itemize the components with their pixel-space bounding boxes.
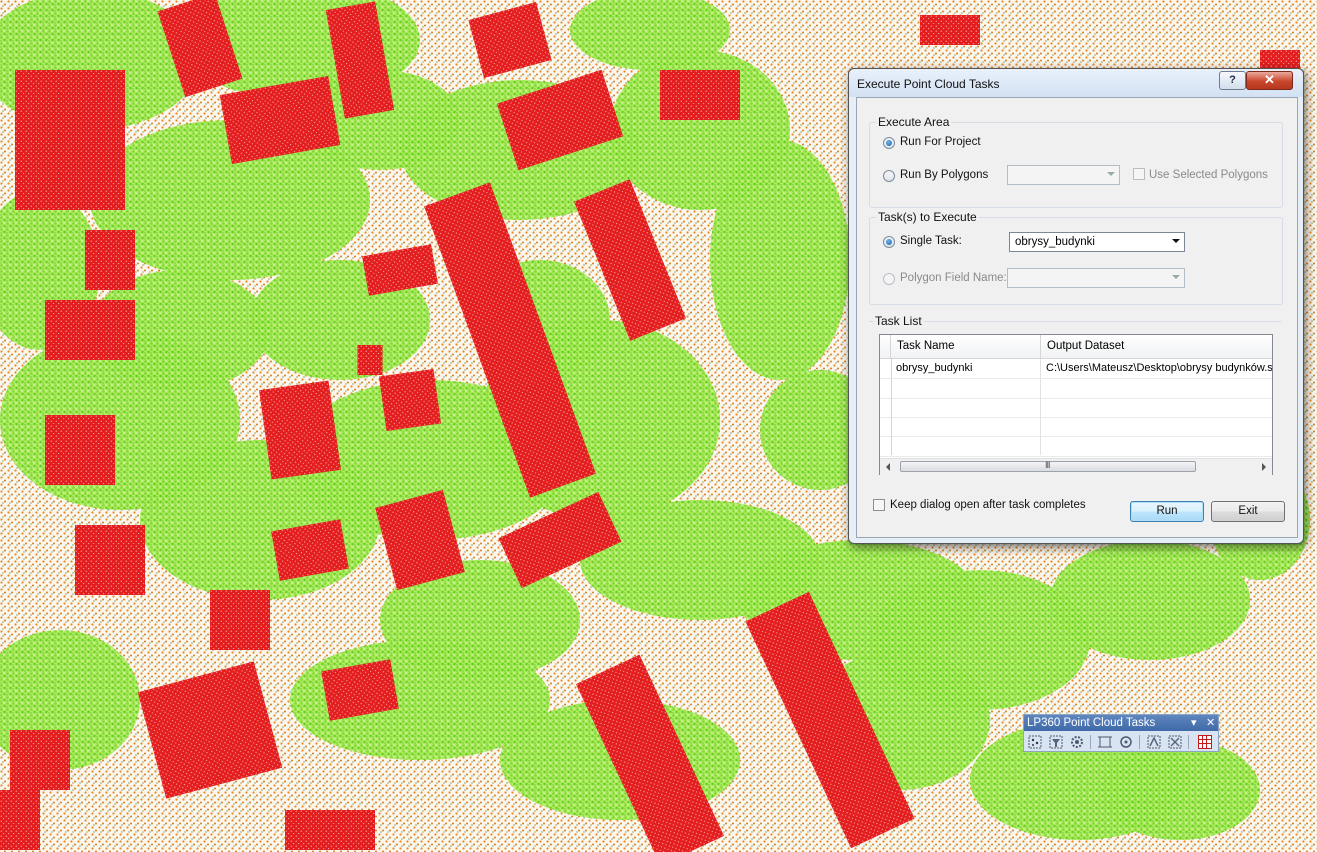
building-footprint [378, 368, 442, 432]
toolbar-separator [1139, 735, 1140, 749]
vegetation-patch [710, 140, 850, 380]
detect-icon[interactable] [1118, 734, 1134, 750]
run-for-project-label[interactable]: Run For Project [900, 136, 981, 148]
building-footprint [15, 70, 125, 210]
building-footprint [85, 230, 135, 290]
table-row[interactable] [880, 398, 1272, 418]
building-footprint [357, 345, 383, 375]
building-footprint [45, 415, 115, 485]
polygon-layer-select[interactable] [1007, 165, 1120, 185]
grid-icon[interactable] [1197, 734, 1213, 750]
execute-point-cloud-tasks-dialog[interactable]: Execute Point Cloud Tasks ? ✕ Execute Ar… [848, 68, 1304, 544]
dialog-client: Execute Area Run For Project Run By Poly… [856, 97, 1298, 538]
scroll-grip: III [1045, 460, 1050, 470]
keep-open-label[interactable]: Keep dialog open after task completes [890, 499, 1086, 511]
polygon-icon[interactable] [1167, 734, 1183, 750]
output-dataset-cell[interactable] [1041, 398, 1272, 417]
column-header-task-name[interactable]: Task Name [891, 335, 1041, 358]
polygon-field-name-radio[interactable] [883, 273, 895, 285]
output-dataset-cell[interactable]: C:\Users\Mateusz\Desktop\obrysy budynków… [1041, 359, 1272, 378]
dialog-title: Execute Point Cloud Tasks [857, 77, 1000, 91]
use-selected-polygons-checkbox[interactable] [1133, 168, 1145, 180]
lp360-point-cloud-tasks-toolbar[interactable]: LP360 Point Cloud Tasks ▾ ✕ [1023, 714, 1219, 752]
task-name-cell[interactable] [891, 417, 1041, 436]
chevron-down-icon [1172, 275, 1180, 279]
vegetation-patch [1100, 740, 1260, 840]
building-footprint [0, 790, 40, 850]
building-footprint [259, 380, 341, 480]
scroll-right-icon[interactable] [1262, 463, 1266, 471]
toolbar-close-icon[interactable]: ✕ [1206, 715, 1215, 731]
horizontal-scrollbar[interactable]: III [880, 458, 1272, 475]
dialog-titlebar[interactable]: Execute Point Cloud Tasks ? ✕ [849, 69, 1303, 97]
row-selector-header [880, 335, 891, 358]
run-for-project-radio[interactable] [883, 137, 895, 149]
table-row[interactable] [880, 436, 1272, 457]
table-row[interactable]: obrysy_budynki C:\Users\Mateusz\Desktop\… [880, 359, 1272, 379]
output-dataset-cell[interactable] [1041, 379, 1272, 398]
keep-open-checkbox[interactable] [873, 499, 885, 511]
output-dataset-cell[interactable] [1041, 436, 1272, 455]
building-footprint [10, 730, 70, 790]
task-name-cell[interactable]: obrysy_budynki [891, 359, 1041, 378]
settings-task-icon[interactable] [1069, 734, 1085, 750]
use-selected-polygons-label[interactable]: Use Selected Polygons [1149, 169, 1268, 181]
toolbar-options-icon[interactable]: ▾ [1191, 715, 1197, 731]
task-name-cell[interactable] [891, 398, 1041, 417]
single-task-radio[interactable] [883, 236, 895, 248]
exit-button[interactable]: Exit [1211, 501, 1285, 522]
tasks-to-execute-group: Task(s) to Execute Single Task: obrysy_b… [869, 210, 1283, 305]
execute-area-label: Execute Area [876, 115, 952, 129]
table-row[interactable] [880, 417, 1272, 437]
single-task-label[interactable]: Single Task: [900, 235, 962, 247]
vegetation-patch [1050, 540, 1250, 660]
single-task-value: obrysy_budynki [1015, 236, 1095, 248]
building-footprint [210, 590, 270, 650]
chevron-down-icon [1172, 239, 1180, 243]
close-button[interactable]: ✕ [1246, 71, 1293, 90]
building-footprint [920, 15, 980, 45]
task-list-label: Task List [873, 314, 924, 328]
building-footprint [75, 525, 145, 595]
scroll-left-icon[interactable] [886, 463, 890, 471]
filter-icon[interactable] [1048, 734, 1064, 750]
classify-icon[interactable] [1027, 734, 1043, 750]
output-dataset-cell[interactable] [1041, 417, 1272, 436]
column-header-output-dataset[interactable]: Output Dataset [1041, 335, 1272, 358]
execute-area-group: Execute Area Run For Project Run By Poly… [869, 115, 1283, 208]
building-footprint [660, 70, 740, 120]
polygon-field-select[interactable] [1007, 268, 1185, 288]
toolbar-title[interactable]: LP360 Point Cloud Tasks [1024, 715, 1218, 731]
scroll-thumb[interactable]: III [900, 460, 1196, 472]
task-list-grid[interactable]: Task Name Output Dataset obrysy_budynki … [879, 334, 1273, 475]
help-button[interactable]: ? [1219, 71, 1246, 90]
grid-header: Task Name Output Dataset [880, 335, 1272, 359]
chevron-down-icon [1107, 172, 1115, 176]
table-row[interactable] [880, 379, 1272, 399]
tasks-to-execute-label: Task(s) to Execute [876, 210, 979, 224]
toolbar-separator [1188, 735, 1189, 749]
building-footprint [45, 300, 135, 360]
run-by-polygons-label[interactable]: Run By Polygons [900, 169, 988, 181]
toolbar-separator [1090, 735, 1091, 749]
extract-icon[interactable] [1097, 734, 1113, 750]
run-button[interactable]: Run [1130, 501, 1204, 522]
building-footprint [285, 810, 375, 850]
conflate-icon[interactable] [1146, 734, 1162, 750]
polygon-field-name-label[interactable]: Polygon Field Name: [900, 272, 1007, 284]
task-name-cell[interactable] [891, 379, 1041, 398]
single-task-select[interactable]: obrysy_budynki [1009, 232, 1185, 252]
task-name-cell[interactable] [891, 436, 1041, 455]
run-by-polygons-radio[interactable] [883, 170, 895, 182]
